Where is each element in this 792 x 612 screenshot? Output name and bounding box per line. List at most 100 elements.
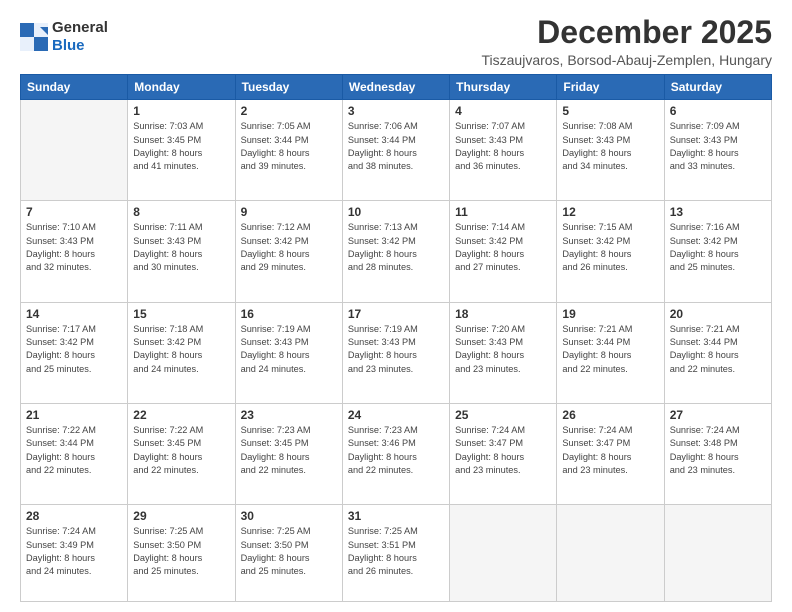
day-info: Sunrise: 7:07 AMSunset: 3:43 PMDaylight:… [455, 120, 551, 173]
weekday-header: Friday [557, 75, 664, 100]
day-number: 28 [26, 509, 122, 523]
calendar-day-cell [450, 505, 557, 602]
day-info: Sunrise: 7:08 AMSunset: 3:43 PMDaylight:… [562, 120, 658, 173]
day-number: 25 [455, 408, 551, 422]
day-number: 22 [133, 408, 229, 422]
day-info: Sunrise: 7:24 AMSunset: 3:47 PMDaylight:… [455, 424, 551, 477]
calendar-day-cell: 4 Sunrise: 7:07 AMSunset: 3:43 PMDaylight… [450, 100, 557, 201]
day-info: Sunrise: 7:24 AMSunset: 3:49 PMDaylight:… [26, 525, 122, 578]
day-number: 21 [26, 408, 122, 422]
calendar-day-cell: 15 Sunrise: 7:18 AMSunset: 3:42 PMDayligh… [128, 302, 235, 403]
day-info: Sunrise: 7:18 AMSunset: 3:42 PMDaylight:… [133, 323, 229, 376]
calendar-day-cell [21, 100, 128, 201]
calendar-day-cell: 11Sunrise: 7:14 AMSunset: 3:42 PMDayligh… [450, 201, 557, 302]
calendar-week-row: 7 Sunrise: 7:10 AMSunset: 3:43 PMDaylight… [21, 201, 772, 302]
day-number: 8 [133, 205, 229, 219]
day-info: Sunrise: 7:15 AMSunset: 3:42 PMDaylight:… [562, 221, 658, 274]
calendar-day-cell: 22 Sunrise: 7:22 AMSunset: 3:45 PMDayligh… [128, 403, 235, 504]
day-info: Sunrise: 7:25 AMSunset: 3:51 PMDaylight:… [348, 525, 444, 578]
calendar-day-cell: 1 Sunrise: 7:03 AMSunset: 3:45 PMDaylight… [128, 100, 235, 201]
logo-blue: Blue [52, 37, 108, 55]
calendar-day-cell: 26 Sunrise: 7:24 AMSunset: 3:47 PMDayligh… [557, 403, 664, 504]
day-info: Sunrise: 7:25 AMSunset: 3:50 PMDaylight:… [133, 525, 229, 578]
calendar-day-cell: 29 Sunrise: 7:25 AMSunset: 3:50 PMDayligh… [128, 505, 235, 602]
calendar-day-cell: 2 Sunrise: 7:05 AMSunset: 3:44 PMDaylight… [235, 100, 342, 201]
calendar-table: SundayMondayTuesdayWednesdayThursdayFrid… [20, 74, 772, 602]
logo-general: General [52, 19, 108, 37]
day-number: 7 [26, 205, 122, 219]
calendar-day-cell: 14Sunrise: 7:17 AMSunset: 3:42 PMDayligh… [21, 302, 128, 403]
day-number: 15 [133, 307, 229, 321]
day-info: Sunrise: 7:22 AMSunset: 3:45 PMDaylight:… [133, 424, 229, 477]
day-info: Sunrise: 7:21 AMSunset: 3:44 PMDaylight:… [670, 323, 766, 376]
weekday-header: Sunday [21, 75, 128, 100]
header: General Blue December 2025 Tiszaujvaros,… [20, 15, 772, 68]
calendar-day-cell: 3 Sunrise: 7:06 AMSunset: 3:44 PMDaylight… [342, 100, 449, 201]
calendar-day-cell: 12Sunrise: 7:15 AMSunset: 3:42 PMDayligh… [557, 201, 664, 302]
calendar-day-cell: 17Sunrise: 7:19 AMSunset: 3:43 PMDayligh… [342, 302, 449, 403]
day-number: 27 [670, 408, 766, 422]
calendar-week-row: 28 Sunrise: 7:24 AMSunset: 3:49 PMDayligh… [21, 505, 772, 602]
day-number: 4 [455, 104, 551, 118]
day-info: Sunrise: 7:19 AMSunset: 3:43 PMDaylight:… [348, 323, 444, 376]
day-info: Sunrise: 7:24 AMSunset: 3:47 PMDaylight:… [562, 424, 658, 477]
day-number: 14 [26, 307, 122, 321]
day-info: Sunrise: 7:09 AMSunset: 3:43 PMDaylight:… [670, 120, 766, 173]
day-number: 10 [348, 205, 444, 219]
day-number: 2 [241, 104, 337, 118]
calendar-day-cell: 10 Sunrise: 7:13 AMSunset: 3:42 PMDayligh… [342, 201, 449, 302]
day-info: Sunrise: 7:11 AMSunset: 3:43 PMDaylight:… [133, 221, 229, 274]
calendar-day-cell: 9 Sunrise: 7:12 AMSunset: 3:42 PMDaylight… [235, 201, 342, 302]
calendar-day-cell: 7 Sunrise: 7:10 AMSunset: 3:43 PMDaylight… [21, 201, 128, 302]
day-info: Sunrise: 7:12 AMSunset: 3:42 PMDaylight:… [241, 221, 337, 274]
day-number: 20 [670, 307, 766, 321]
day-number: 5 [562, 104, 658, 118]
calendar-day-cell: 24 Sunrise: 7:23 AMSunset: 3:46 PMDayligh… [342, 403, 449, 504]
month-title: December 2025 [482, 15, 773, 50]
day-info: Sunrise: 7:23 AMSunset: 3:46 PMDaylight:… [348, 424, 444, 477]
day-number: 19 [562, 307, 658, 321]
logo-icon [20, 23, 48, 51]
day-number: 24 [348, 408, 444, 422]
day-number: 29 [133, 509, 229, 523]
calendar-week-row: 1 Sunrise: 7:03 AMSunset: 3:45 PMDaylight… [21, 100, 772, 201]
day-number: 3 [348, 104, 444, 118]
title-area: December 2025 Tiszaujvaros, Borsod-Abauj… [482, 15, 773, 68]
calendar-day-cell [557, 505, 664, 602]
day-number: 1 [133, 104, 229, 118]
calendar-day-cell: 27 Sunrise: 7:24 AMSunset: 3:48 PMDayligh… [664, 403, 771, 504]
page: General Blue December 2025 Tiszaujvaros,… [0, 0, 792, 612]
day-number: 23 [241, 408, 337, 422]
day-info: Sunrise: 7:13 AMSunset: 3:42 PMDaylight:… [348, 221, 444, 274]
calendar-week-row: 14Sunrise: 7:17 AMSunset: 3:42 PMDayligh… [21, 302, 772, 403]
calendar-day-cell: 30Sunrise: 7:25 AMSunset: 3:50 PMDayligh… [235, 505, 342, 602]
calendar-day-cell: 16Sunrise: 7:19 AMSunset: 3:43 PMDayligh… [235, 302, 342, 403]
day-info: Sunrise: 7:10 AMSunset: 3:43 PMDaylight:… [26, 221, 122, 274]
day-info: Sunrise: 7:20 AMSunset: 3:43 PMDaylight:… [455, 323, 551, 376]
calendar-week-row: 21 Sunrise: 7:22 AMSunset: 3:44 PMDayligh… [21, 403, 772, 504]
day-number: 13 [670, 205, 766, 219]
weekday-header: Thursday [450, 75, 557, 100]
calendar-day-cell: 19Sunrise: 7:21 AMSunset: 3:44 PMDayligh… [557, 302, 664, 403]
calendar-day-cell: 20 Sunrise: 7:21 AMSunset: 3:44 PMDayligh… [664, 302, 771, 403]
day-number: 18 [455, 307, 551, 321]
weekday-header: Wednesday [342, 75, 449, 100]
calendar-day-cell: 8 Sunrise: 7:11 AMSunset: 3:43 PMDaylight… [128, 201, 235, 302]
day-number: 26 [562, 408, 658, 422]
calendar-day-cell: 13 Sunrise: 7:16 AMSunset: 3:42 PMDayligh… [664, 201, 771, 302]
day-info: Sunrise: 7:22 AMSunset: 3:44 PMDaylight:… [26, 424, 122, 477]
day-info: Sunrise: 7:24 AMSunset: 3:48 PMDaylight:… [670, 424, 766, 477]
weekday-header: Saturday [664, 75, 771, 100]
calendar-day-cell: 23Sunrise: 7:23 AMSunset: 3:45 PMDayligh… [235, 403, 342, 504]
day-info: Sunrise: 7:05 AMSunset: 3:44 PMDaylight:… [241, 120, 337, 173]
day-number: 9 [241, 205, 337, 219]
weekday-header: Monday [128, 75, 235, 100]
weekday-header-row: SundayMondayTuesdayWednesdayThursdayFrid… [21, 75, 772, 100]
day-number: 30 [241, 509, 337, 523]
day-info: Sunrise: 7:03 AMSunset: 3:45 PMDaylight:… [133, 120, 229, 173]
day-info: Sunrise: 7:16 AMSunset: 3:42 PMDaylight:… [670, 221, 766, 274]
calendar-day-cell: 5 Sunrise: 7:08 AMSunset: 3:43 PMDaylight… [557, 100, 664, 201]
logo: General Blue [20, 19, 108, 55]
day-info: Sunrise: 7:06 AMSunset: 3:44 PMDaylight:… [348, 120, 444, 173]
logo-text: General Blue [52, 19, 108, 55]
